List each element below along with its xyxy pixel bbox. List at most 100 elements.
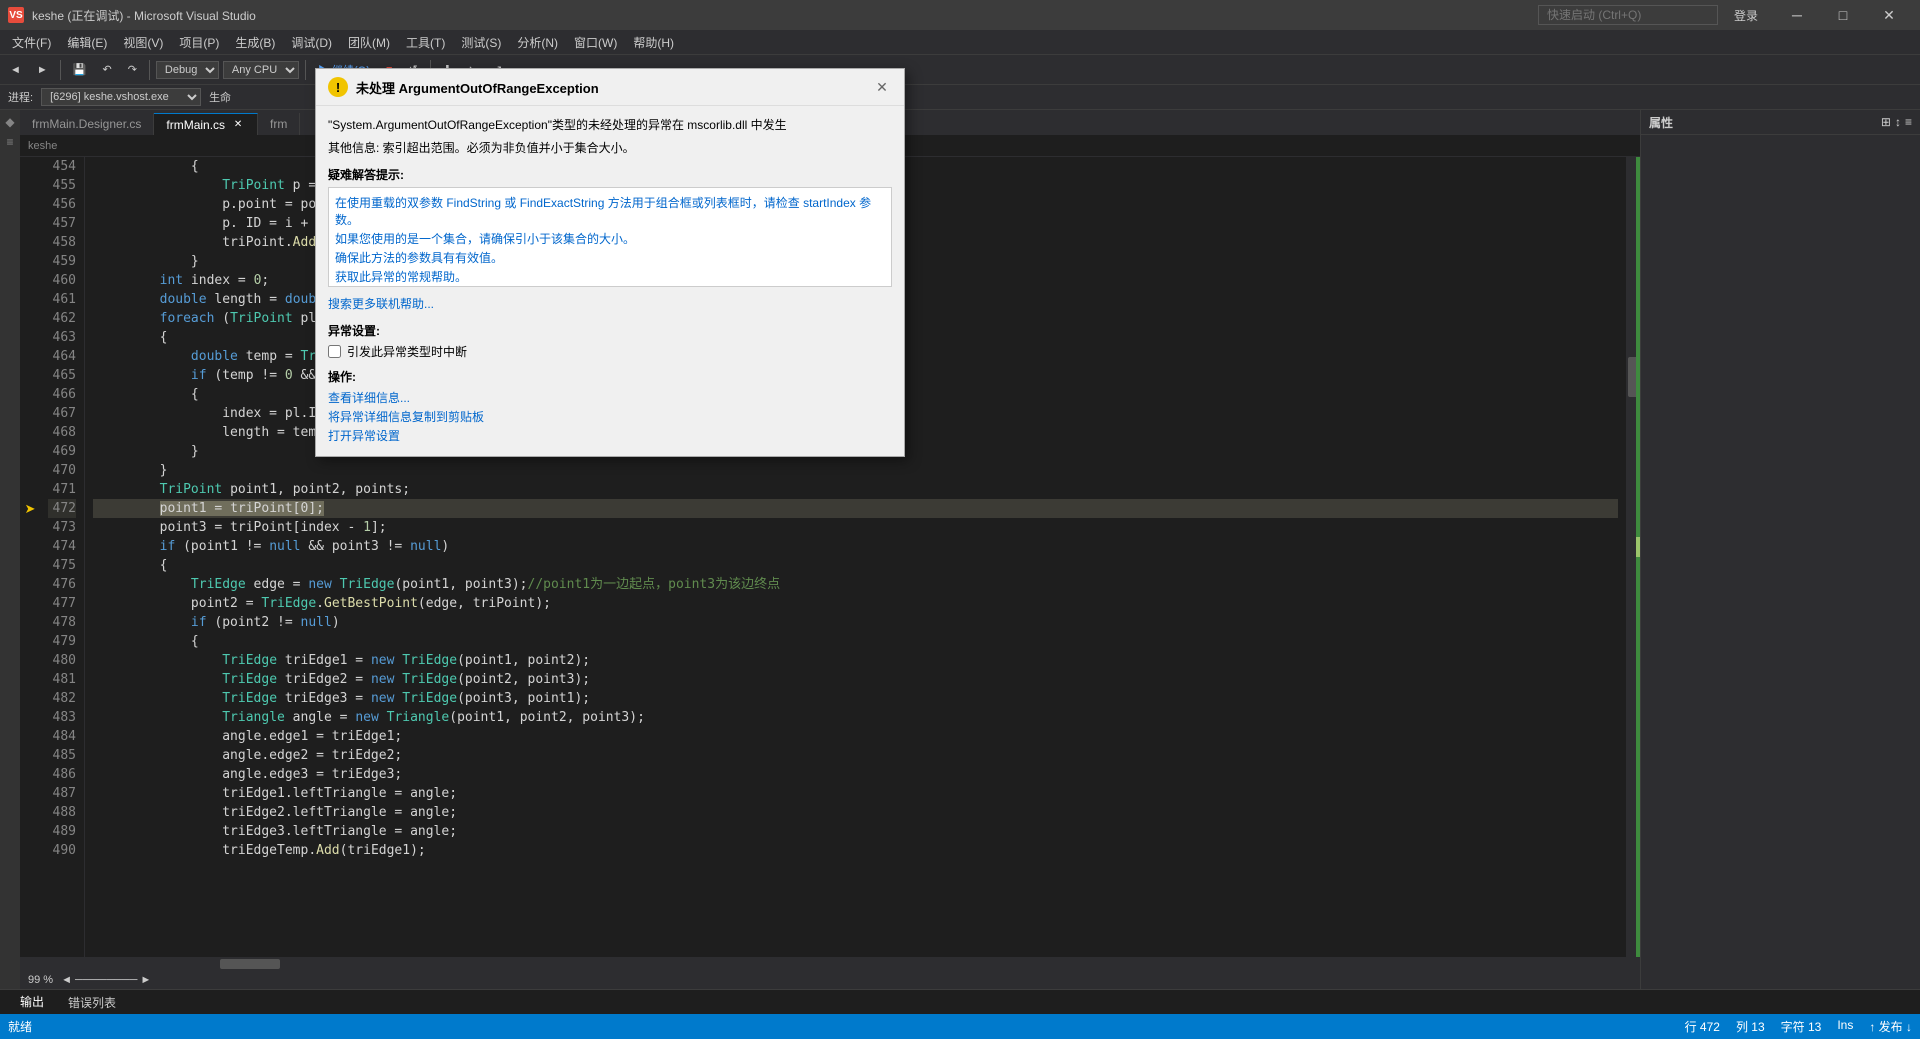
quick-launch-input[interactable]: [1538, 5, 1718, 25]
process-label: 进程:: [4, 89, 37, 105]
sidebar-icon-1[interactable]: ◆: [2, 114, 18, 130]
dialog-search-more[interactable]: 搜索更多联机帮助...: [328, 295, 892, 312]
gutter-row-459: [20, 252, 40, 271]
redo-button[interactable]: ↷: [122, 61, 143, 78]
right-panel: 属性 ⊞ ↕ ≡: [1640, 110, 1920, 989]
exception-checkbox-label: 引发此异常类型时中断: [347, 343, 467, 360]
menu-build[interactable]: 生成(B): [227, 30, 283, 55]
breadcrumb-text: keshe: [28, 140, 57, 152]
menu-view[interactable]: 视图(V): [115, 30, 171, 55]
sort-cat-button[interactable]: ⊞: [1881, 115, 1891, 129]
dialog-close-button[interactable]: ✕: [872, 77, 892, 97]
gutter-row-478: [20, 613, 40, 632]
gutter-row-477: [20, 594, 40, 613]
toolbar-separator-1: [60, 60, 61, 80]
minimize-button[interactable]: ─: [1774, 0, 1820, 30]
menu-window[interactable]: 窗口(W): [566, 30, 625, 55]
tab-close-frmmain[interactable]: ✕: [231, 118, 245, 132]
code-line-486: angle.edge3 = triEdge3;: [93, 765, 1618, 784]
gutter: ➤: [20, 157, 40, 957]
gutter-row-455: [20, 176, 40, 195]
process-select[interactable]: [6296] keshe.vshost.exe: [41, 88, 201, 106]
gutter-row-466: [20, 385, 40, 404]
sidebar-icon-2[interactable]: ≡: [2, 134, 18, 150]
undo-button[interactable]: ↶: [96, 61, 117, 78]
dialog-action-open-settings[interactable]: 打开异常设置: [328, 427, 892, 444]
menu-debug[interactable]: 调试(D): [283, 30, 340, 55]
dialog-help-item-1[interactable]: 如果您使用的是一个集合，请确保引小于该集合的大小。: [335, 230, 885, 247]
menu-project[interactable]: 项目(P): [171, 30, 227, 55]
gutter-row-454: [20, 157, 40, 176]
dialog-help-list: 在使用重载的双参数 FindString 或 FindExactString 方…: [328, 187, 892, 287]
h-scrollbar-thumb[interactable]: [220, 959, 280, 969]
code-line-475: {: [93, 556, 1618, 575]
code-line-479: {: [93, 632, 1618, 651]
close-button[interactable]: ✕: [1866, 0, 1912, 30]
vertical-scrollbar[interactable]: [1626, 157, 1640, 957]
horizontal-scrollbar[interactable]: [20, 957, 1640, 971]
statusbar-char: 字符 13: [1781, 1018, 1822, 1035]
exception-dialog: ! 未处理 ArgumentOutOfRangeException ✕ "Sys…: [315, 68, 905, 457]
platform-select[interactable]: Any CPU: [223, 61, 299, 79]
maximize-button[interactable]: □: [1820, 0, 1866, 30]
sort-alpha-button[interactable]: ↕: [1895, 115, 1901, 129]
menu-team[interactable]: 团队(M): [340, 30, 398, 55]
gutter-row-470: [20, 461, 40, 480]
dialog-sub-text: 其他信息: 索引超出范围。必须为非负值并小于集合大小。: [328, 139, 892, 156]
statusbar-ins: Ins: [1837, 1018, 1853, 1035]
code-line-472: point1 = triPoint[0];: [93, 499, 1618, 518]
zoom-level: 99 %: [28, 974, 53, 986]
dialog-body: "System.ArgumentOutOfRangeException"类型的未…: [316, 106, 904, 456]
toolbar: ◄ ► 💾 ↶ ↷ Debug Any CPU ▶ 继续(O) ■ ↺ ⬇ ↘ …: [0, 55, 1920, 85]
error-list-tab[interactable]: 错误列表: [56, 990, 128, 1015]
login-button[interactable]: 登录: [1726, 7, 1766, 24]
gutter-row-475: [20, 556, 40, 575]
menu-test[interactable]: 测试(S): [453, 30, 509, 55]
warning-icon: !: [328, 77, 348, 97]
save-button[interactable]: 💾: [67, 61, 93, 78]
menu-analyze[interactable]: 分析(N): [509, 30, 566, 55]
menu-edit[interactable]: 编辑(E): [59, 30, 115, 55]
gutter-row-487: [20, 784, 40, 803]
statusbar-branch: ↑ 发布 ↓: [1869, 1018, 1912, 1035]
gutter-row-484: [20, 727, 40, 746]
tab-frmMain[interactable]: frmMain.cs ✕: [154, 113, 258, 135]
right-panel-title: 属性: [1649, 114, 1673, 131]
tab-frm[interactable]: frm: [258, 113, 300, 135]
exception-checkbox[interactable]: [328, 345, 341, 358]
gutter-row-468: [20, 423, 40, 442]
menu-help[interactable]: 帮助(H): [625, 30, 682, 55]
dialog-help-item-0[interactable]: 在使用重载的双参数 FindString 或 FindExactString 方…: [335, 194, 885, 228]
code-line-485: angle.edge2 = triEdge2;: [93, 746, 1618, 765]
tab-frmMain-designer[interactable]: frmMain.Designer.cs: [20, 113, 154, 135]
dialog-help-item-3[interactable]: 获取此异常的常规帮助。: [335, 268, 885, 285]
menubar: 文件(F) 编辑(E) 视图(V) 项目(P) 生成(B) 调试(D) 团队(M…: [0, 30, 1920, 55]
config-select[interactable]: Debug: [156, 61, 219, 79]
gutter-row-464: [20, 347, 40, 366]
output-tab[interactable]: 输出: [8, 990, 56, 1015]
tab-label-frmmain: frmMain.cs: [166, 118, 225, 132]
code-line-488: triEdge2.leftTriangle = angle;: [93, 803, 1618, 822]
output-bar: 输出 错误列表: [0, 989, 1920, 1014]
code-line-489: triEdge3.leftTriangle = angle;: [93, 822, 1618, 841]
gutter-row-472-arrow: ➤: [20, 499, 40, 518]
dialog-action-copy[interactable]: 将异常详细信息复制到剪贴板: [328, 408, 892, 425]
left-sidebar: ◆ ≡: [0, 110, 20, 989]
zoom-slider[interactable]: ◄ ──────── ►: [61, 974, 151, 986]
menu-file[interactable]: 文件(F): [4, 30, 59, 55]
dialog-action-view-detail[interactable]: 查看详细信息...: [328, 389, 892, 406]
forward-button[interactable]: ►: [31, 62, 54, 78]
zoom-bar: 99 % ◄ ──────── ►: [20, 971, 1640, 989]
gutter-row-473: [20, 518, 40, 537]
code-line-470: }: [93, 461, 1618, 480]
statusbar-right: 行 472 列 13 字符 13 Ins ↑ 发布 ↓: [1685, 1018, 1912, 1035]
statusbar-ready: 就绪: [8, 1018, 32, 1035]
gutter-row-465: [20, 366, 40, 385]
code-line-482: TriEdge triEdge3 = new TriEdge(point3, p…: [93, 689, 1618, 708]
menu-tools[interactable]: 工具(T): [398, 30, 453, 55]
code-line-487: triEdge1.leftTriangle = angle;: [93, 784, 1618, 803]
back-button[interactable]: ◄: [4, 62, 27, 78]
props-button[interactable]: ≡: [1905, 115, 1912, 129]
statusbar-row: 行 472: [1685, 1018, 1720, 1035]
dialog-help-item-2[interactable]: 确保此方法的参数具有有效值。: [335, 249, 885, 266]
